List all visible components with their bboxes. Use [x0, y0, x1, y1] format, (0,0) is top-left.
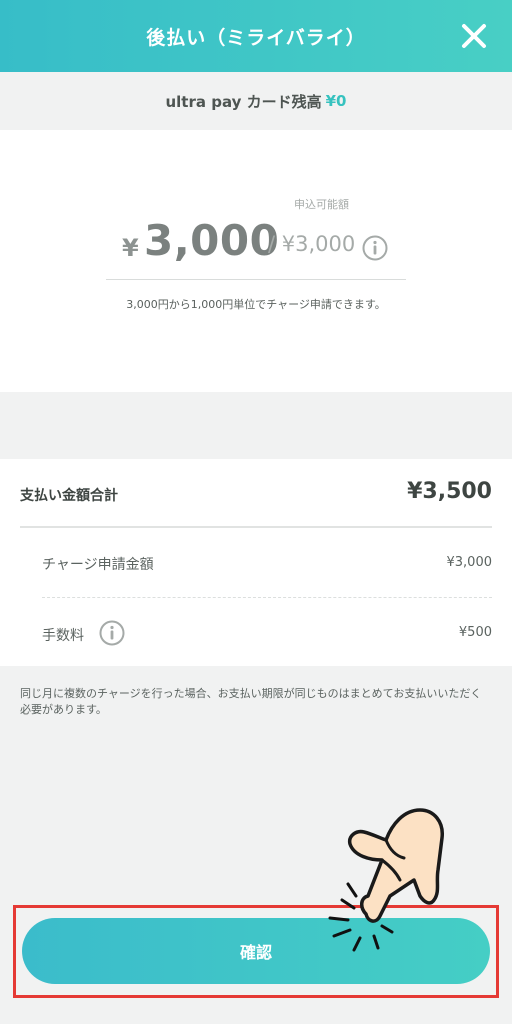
hand-pointer-icon — [328, 808, 444, 952]
limit-label: 申込可能額 — [294, 198, 349, 211]
charge-amount-value[interactable]: 3,000 — [144, 216, 279, 265]
charge-amount-note: 3,000円から1,000円単位でチャージ申請できます。 — [126, 298, 386, 311]
limit-value: / ¥3,000 — [268, 232, 356, 256]
charge-amount-input[interactable]: ¥ 3,000 申込可能額 / ¥3,000 — [106, 198, 406, 280]
card-balance-amount: ¥0 — [325, 92, 347, 110]
total-value: ¥3,500 — [407, 479, 492, 504]
info-icon[interactable] — [362, 235, 388, 261]
payment-summary: 支払い金額合計 ¥3,500 チャージ申請金額 ¥3,000 手数料 ¥500 — [0, 459, 512, 666]
fee-label: 手数料 — [42, 628, 84, 644]
divider — [20, 526, 492, 528]
total-label: 支払い金額合計 — [20, 488, 118, 504]
info-icon[interactable] — [99, 620, 125, 646]
currency-symbol: ¥ — [122, 234, 139, 262]
card-balance-label: ultra pay カード残高 — [165, 92, 322, 111]
card-balance: ultra pay カード残高 ¥0 — [0, 72, 512, 130]
charge-request-value: ¥3,000 — [446, 555, 493, 570]
dashed-divider — [42, 597, 492, 598]
close-icon[interactable] — [456, 18, 492, 54]
confirm-button-label: 確認 — [239, 943, 272, 962]
payment-footnote: 同じ月に複数のチャージを行った場合、お支払い期限が同じものはまとめてお支払いいた… — [20, 687, 482, 716]
fee-value: ¥500 — [458, 625, 492, 640]
charge-request-label: チャージ申請金額 — [42, 557, 154, 573]
app-header: 後払い（ミライバライ） — [0, 0, 512, 72]
charge-amount-panel: ¥ 3,000 申込可能額 / ¥3,000 3,000円から1,000円単位で… — [0, 130, 512, 392]
page-title: 後払い（ミライバライ） — [146, 26, 366, 49]
